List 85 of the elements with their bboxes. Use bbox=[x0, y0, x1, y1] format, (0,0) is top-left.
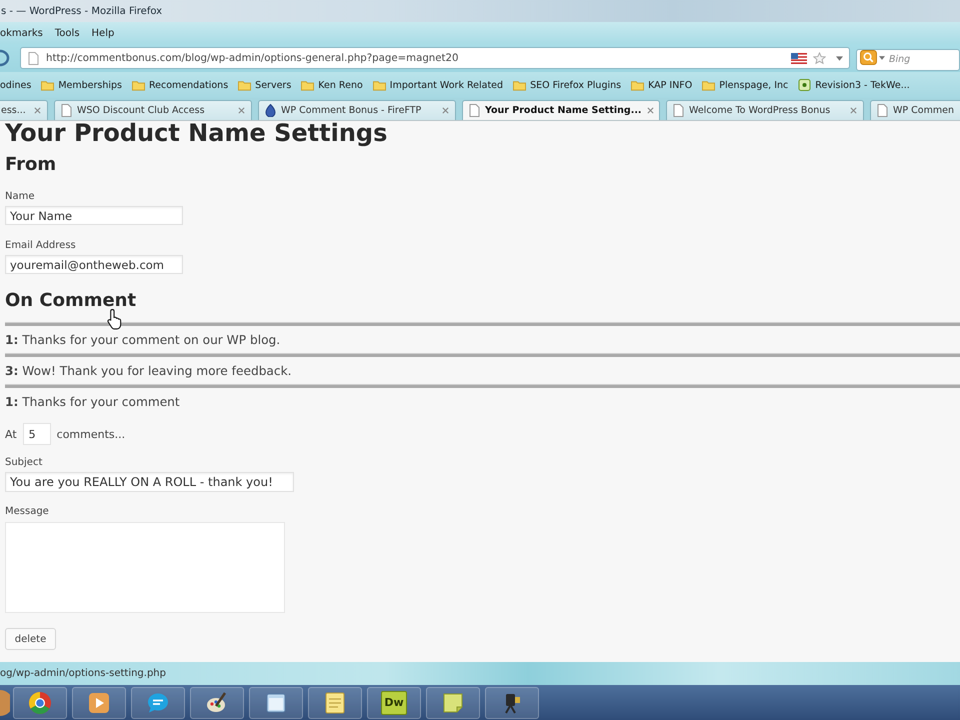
bookmark-item[interactable]: Important Work Related bbox=[370, 77, 506, 93]
taskbar-button[interactable] bbox=[308, 686, 362, 718]
folder-icon bbox=[631, 79, 644, 91]
browser-tab[interactable]: Your Product Name Setting... bbox=[462, 100, 660, 120]
folder-icon bbox=[41, 79, 54, 91]
app-tile: Dw bbox=[381, 690, 407, 714]
close-icon[interactable] bbox=[34, 107, 41, 114]
bookmark-item[interactable]: Revision3 - TekWe... bbox=[796, 77, 912, 93]
folder-icon bbox=[513, 79, 526, 91]
menu-item[interactable]: Help bbox=[88, 26, 118, 40]
bookmark-item[interactable]: Ken Reno bbox=[299, 77, 365, 93]
chat-bubble-icon bbox=[146, 690, 170, 714]
taskbar-button[interactable] bbox=[13, 686, 67, 718]
close-icon[interactable] bbox=[238, 107, 245, 114]
field-label: Email Address bbox=[5, 239, 76, 253]
notepad-icon bbox=[323, 690, 347, 714]
section-heading: On Comment bbox=[5, 290, 136, 312]
search-icon[interactable] bbox=[860, 50, 877, 65]
taskbar-button[interactable] bbox=[72, 686, 126, 718]
page-icon bbox=[469, 104, 480, 117]
browser-tab[interactable]: ess... bbox=[0, 100, 48, 120]
field-label: comments... bbox=[56, 428, 126, 440]
taskbar-button[interactable] bbox=[485, 686, 539, 718]
browser-tab[interactable]: WP Commen bbox=[870, 100, 960, 120]
text-field[interactable]: Your Name bbox=[5, 206, 183, 225]
text-field[interactable]: youremail@ontheweb.com bbox=[5, 255, 183, 274]
play-icon bbox=[87, 690, 111, 714]
sticky-note-icon bbox=[441, 690, 465, 714]
bookmark-item[interactable]: odines bbox=[0, 78, 34, 92]
dropdown-caret-icon[interactable] bbox=[879, 56, 885, 60]
circle-logo-icon bbox=[28, 690, 52, 714]
menu-item[interactable]: Tools bbox=[50, 26, 84, 40]
page-title: Your Product Name Settings bbox=[5, 121, 388, 146]
rule-summary: 3: Wow! Thank you for leaving more feedback. bbox=[5, 363, 292, 379]
bookmark-item[interactable]: SEO Firefox Plugins bbox=[511, 77, 624, 93]
field-label: Subject bbox=[5, 456, 42, 470]
browser-tab[interactable]: WP Comment Bonus - FireFTP bbox=[258, 100, 456, 120]
bookmark-item[interactable]: Memberships bbox=[39, 77, 124, 93]
page-icon bbox=[877, 104, 888, 117]
taskbar-button[interactable] bbox=[426, 686, 480, 718]
star-icon[interactable] bbox=[813, 52, 826, 64]
rule-summary: 1: Thanks for your comment bbox=[5, 394, 180, 410]
taskbar-button[interactable] bbox=[190, 686, 244, 718]
close-icon[interactable] bbox=[442, 107, 449, 114]
section-heading: From bbox=[5, 154, 56, 176]
page-icon bbox=[673, 104, 684, 117]
menu-item[interactable]: okmarks bbox=[0, 26, 47, 40]
message-field[interactable] bbox=[5, 522, 285, 613]
browser-tab[interactable]: Welcome To WordPress Bonus bbox=[666, 100, 864, 120]
field-label: At bbox=[5, 428, 17, 440]
bookmark-item[interactable]: KAP INFO bbox=[629, 77, 694, 93]
window-icon bbox=[264, 690, 288, 714]
field-label: Name bbox=[5, 190, 35, 204]
close-icon[interactable] bbox=[850, 107, 857, 114]
address-field[interactable]: http://commentbonus.com/blog/wp-admin/options-general.php?page=magnet20 bbox=[20, 47, 850, 69]
url-text: http://commentbonus.com/blog/wp-admin/options-general.php?page=magnet20 bbox=[46, 52, 458, 64]
folder-icon bbox=[702, 79, 716, 91]
page-icon bbox=[61, 104, 72, 117]
field-label: Message bbox=[5, 505, 49, 519]
paint-brush-icon bbox=[205, 690, 229, 714]
taskbar-button[interactable] bbox=[249, 686, 303, 718]
start-orb-icon[interactable] bbox=[0, 688, 10, 718]
folder-icon bbox=[238, 79, 252, 91]
subject-field[interactable]: You are you REALLY ON A ROLL - thank you! bbox=[5, 472, 294, 492]
drop-icon bbox=[265, 104, 276, 117]
delete-button[interactable]: delete bbox=[5, 628, 56, 650]
dropdown-caret-icon[interactable] bbox=[836, 56, 843, 60]
folder-icon bbox=[301, 79, 314, 91]
hand-cursor-icon bbox=[107, 308, 123, 330]
folder-icon bbox=[132, 79, 145, 91]
site-icon bbox=[798, 79, 812, 91]
window-title: s - — WordPress - Mozilla Firefox bbox=[0, 6, 162, 16]
bookmark-item[interactable]: Servers bbox=[236, 77, 294, 93]
ring-icon[interactable] bbox=[0, 49, 10, 67]
taskbar-button[interactable]: Dw bbox=[367, 686, 421, 718]
count-field[interactable]: 5 bbox=[22, 423, 51, 445]
flag-icon bbox=[791, 52, 807, 64]
browser-tab[interactable]: WSO Discount Club Access bbox=[54, 100, 252, 120]
folder-icon bbox=[372, 79, 386, 91]
status-text: og/wp-admin/options-setting.php bbox=[0, 668, 166, 679]
page-icon bbox=[28, 52, 39, 64]
bookmark-item[interactable]: Recomendations bbox=[130, 77, 230, 93]
bookmark-item[interactable]: Plenspage, Inc bbox=[700, 77, 790, 93]
rule-summary: 1: Thanks for your comment on our WP blog. bbox=[5, 332, 280, 348]
close-icon[interactable] bbox=[646, 107, 654, 114]
